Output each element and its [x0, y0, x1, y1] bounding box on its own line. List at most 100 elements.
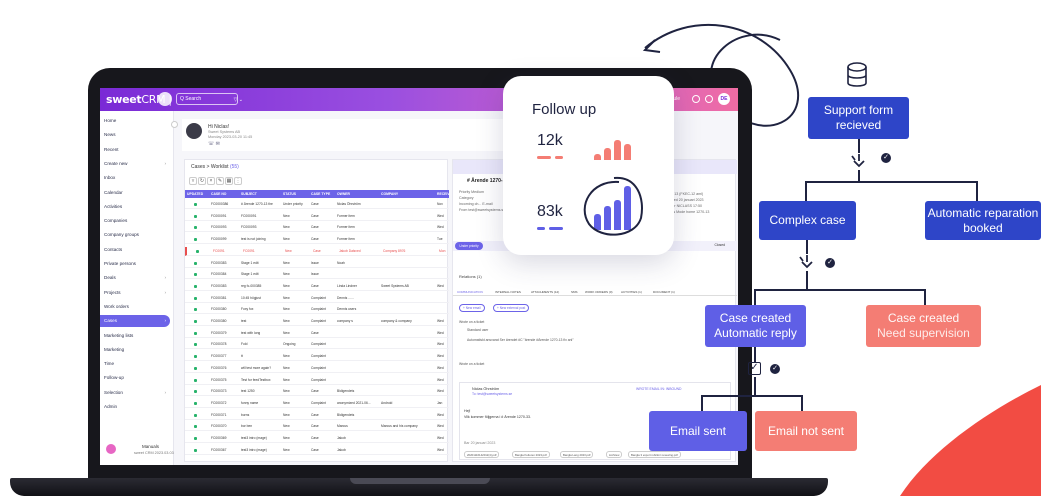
sidebar-item-admin[interactable]: Admin — [100, 401, 170, 413]
help-icon[interactable] — [692, 95, 700, 103]
table-row[interactable]: FC000377 tt New Complaint Wed — [185, 352, 449, 362]
table-row[interactable]: FC000383 reg fc-000385 New Case Linda Lindne… — [185, 282, 449, 291]
edit-icon[interactable]: ✎ — [216, 177, 224, 185]
table-row[interactable]: FC000370 bor ben New Case Marcus Marcus and h… — [185, 422, 449, 432]
column-header[interactable]: CASE NO — [211, 192, 226, 196]
contact-icons[interactable]: ☏ ✉ — [208, 141, 220, 147]
collapse-sidebar-button[interactable] — [171, 121, 178, 128]
sidebar-item-private-persons[interactable]: Private persons — [100, 258, 170, 270]
sidebar-item-recent[interactable]: Recent — [100, 144, 170, 156]
sidebar-item-marketing[interactable]: Marketing — [100, 344, 170, 356]
sidebar-item-projects[interactable]: Projects › — [100, 287, 170, 299]
chevron-right-icon[interactable]: › — [164, 315, 166, 327]
sidebar-item-inbox[interactable]: Inbox — [100, 172, 170, 184]
chevron-right-icon[interactable]: › — [164, 158, 166, 170]
table-row[interactable]: FC000373 test 1250 New Case Bidigendets Wed — [185, 387, 449, 397]
node-email-sent[interactable]: Email sent — [649, 411, 747, 451]
manuals-link[interactable]: Manuals — [142, 444, 159, 449]
table-row[interactable]: FC000091 FC000091 New Case Former item Wed — [185, 212, 449, 221]
node-complex-case[interactable]: Complex case — [759, 201, 856, 240]
chevron-right-icon[interactable]: › — [164, 287, 166, 299]
chevron-right-icon[interactable]: › — [164, 387, 166, 399]
avatar[interactable]: DE — [718, 93, 730, 105]
filter-icon[interactable]: ▿ — [189, 177, 197, 185]
clear-icon[interactable]: × — [207, 177, 215, 185]
node-case-created-auto[interactable]: Case created Automatic reply — [705, 305, 806, 347]
table-cell: Nov — [437, 202, 443, 206]
table-row[interactable]: FC0091 FC0091 New Case Jakob Dalsved Company … — [185, 246, 449, 256]
column-header[interactable]: COMPANY — [381, 192, 398, 196]
more-icon[interactable]: ⋮ — [234, 177, 242, 185]
breadcrumb[interactable]: Cases > Worklist (55) — [191, 164, 239, 170]
filter-icon[interactable]: ▽ ⌄ — [234, 97, 243, 103]
connector — [976, 181, 978, 201]
relations-label[interactable]: Relations (1) — [459, 274, 482, 279]
tab-document[interactable]: DOCUMENT (1) — [653, 290, 675, 294]
attachment-chip[interactable]: Bangla 3 export rubriknr renewing.pdf — [628, 451, 681, 458]
status-closed[interactable]: Closed — [714, 243, 725, 247]
table-row[interactable]: FC000379 test with long New Case Wed — [185, 329, 449, 338]
new-email-button[interactable]: + New email — [459, 304, 485, 312]
sidebar-item-calendar[interactable]: Calendar — [100, 187, 170, 199]
column-header[interactable]: CASE TYPE — [311, 192, 330, 196]
tab-internal[interactable]: INTERNAL NOTES — [495, 290, 521, 294]
sidebar-item-news[interactable]: News — [100, 129, 170, 141]
status-dot-icon — [194, 378, 197, 382]
sidebar-item-companies[interactable]: Companies — [100, 215, 170, 227]
sidebar-item-cases[interactable]: Cases › — [100, 315, 170, 328]
node-email-not-sent[interactable]: Email not sent — [755, 411, 857, 451]
grid-icon[interactable]: ▦ — [225, 177, 233, 185]
sidebar-item-create-new[interactable]: Create new › — [100, 158, 170, 170]
sidebar-item-time[interactable]: Time — [100, 358, 170, 370]
tab-sms[interactable]: SMS — [571, 290, 578, 294]
table-row[interactable]: FC000375 Test for feedTestbox New Complaint… — [185, 376, 449, 385]
sidebar-item-follow-up[interactable]: Follow-up — [100, 372, 170, 384]
sidebar-item-marketing-lists[interactable]: Marketing lists — [100, 330, 170, 342]
sidebar-item-contacts[interactable]: Contacts — [100, 244, 170, 256]
table-cell: Dennis ...... — [337, 295, 354, 300]
tab-attachments[interactable]: ATTACHMENTS (12) — [531, 290, 559, 294]
table-row[interactable]: FC000371 burns New Case Bidigendets Wed — [185, 411, 449, 420]
table-row[interactable]: FC000372 funny name New Complaint anonymized… — [185, 399, 449, 408]
table-row[interactable]: FC000381 10:45 högjust New Complaint Dennis … — [185, 294, 449, 303]
node-support-form[interactable]: Support form recieved — [808, 97, 909, 139]
attachment-chip[interactable]: ListView — [606, 451, 623, 458]
chevron-right-icon[interactable]: › — [164, 272, 166, 284]
sidebar-item-home[interactable]: Home — [100, 115, 170, 127]
tab-work[interactable]: WORK ORDERS (0) — [585, 290, 613, 294]
table-row[interactable]: FC000369 test3 intro (mage) New Case Jakob We… — [185, 434, 449, 443]
table-row[interactable]: FC000380 Foxy fox New Complaint Dennis users — [185, 305, 449, 315]
bell-icon[interactable] — [705, 95, 713, 103]
attachment-chip[interactable]: 20201116142012(4).pdf — [464, 451, 500, 458]
column-header[interactable]: SUBJECT — [241, 192, 257, 196]
new-post-button[interactable]: + New external post — [493, 304, 530, 312]
column-header[interactable]: STATUS — [283, 192, 296, 196]
sidebar-item-deals[interactable]: Deals › — [100, 272, 170, 284]
tab-activities[interactable]: ACTIVITIES (1) — [621, 290, 642, 294]
table-row[interactable]: FC000099 test is not joining New Case Former… — [185, 235, 449, 245]
sidebar-item-work-orders[interactable]: Work orders — [100, 301, 170, 313]
table-row[interactable]: FC000367 test3 intro (mage) New Case Jakob We… — [185, 446, 449, 455]
node-automatic-reparation[interactable]: Automatic reparation booked — [925, 201, 1041, 240]
table-row[interactable]: FC000380 test New Complaint company s company… — [185, 317, 449, 326]
attachment-chip[interactable]: Bangla Lang 2023.pdf — [560, 451, 594, 458]
sidebar-item-activities[interactable]: Activities — [100, 201, 170, 213]
column-header[interactable]: RECEIV — [437, 192, 450, 196]
tab-communication[interactable]: COMMUNICATION — [457, 290, 483, 294]
attachment-chip[interactable]: Bangla Kulturen 2023.pdf — [512, 451, 550, 458]
refresh-icon[interactable]: ↻ — [198, 177, 206, 185]
sidebar-item-company-groups[interactable]: Company groups — [100, 229, 170, 241]
table-row[interactable]: FC000383 Stage 1 edit New Issue Noah — [185, 259, 449, 268]
table-row[interactable]: FC000093 FC000093 New Case Former item Wed — [185, 223, 449, 233]
column-header[interactable]: UPDATED — [187, 192, 203, 196]
home-icon[interactable] — [158, 92, 172, 106]
table-row[interactable]: FC000384 Stage 1 edit New Issue — [185, 270, 449, 280]
column-header[interactable]: OWNER — [337, 192, 350, 196]
table-row[interactable]: FC000378 Fold Ongoing Complaint Wed — [185, 340, 449, 350]
status-pill[interactable]: Under priority — [455, 242, 483, 250]
node-case-created-supervision[interactable]: Case created Need supervision — [866, 305, 981, 347]
table-row[interactable]: FC0000386 # Ärende 1270-13 the Under prior… — [185, 200, 449, 209]
search-input[interactable]: Q Search ▽ ⌄ — [176, 93, 243, 105]
table-row[interactable]: FC000376 will test more again? New Complain… — [185, 364, 449, 373]
sidebar-item-selection[interactable]: Selection › — [100, 387, 170, 399]
